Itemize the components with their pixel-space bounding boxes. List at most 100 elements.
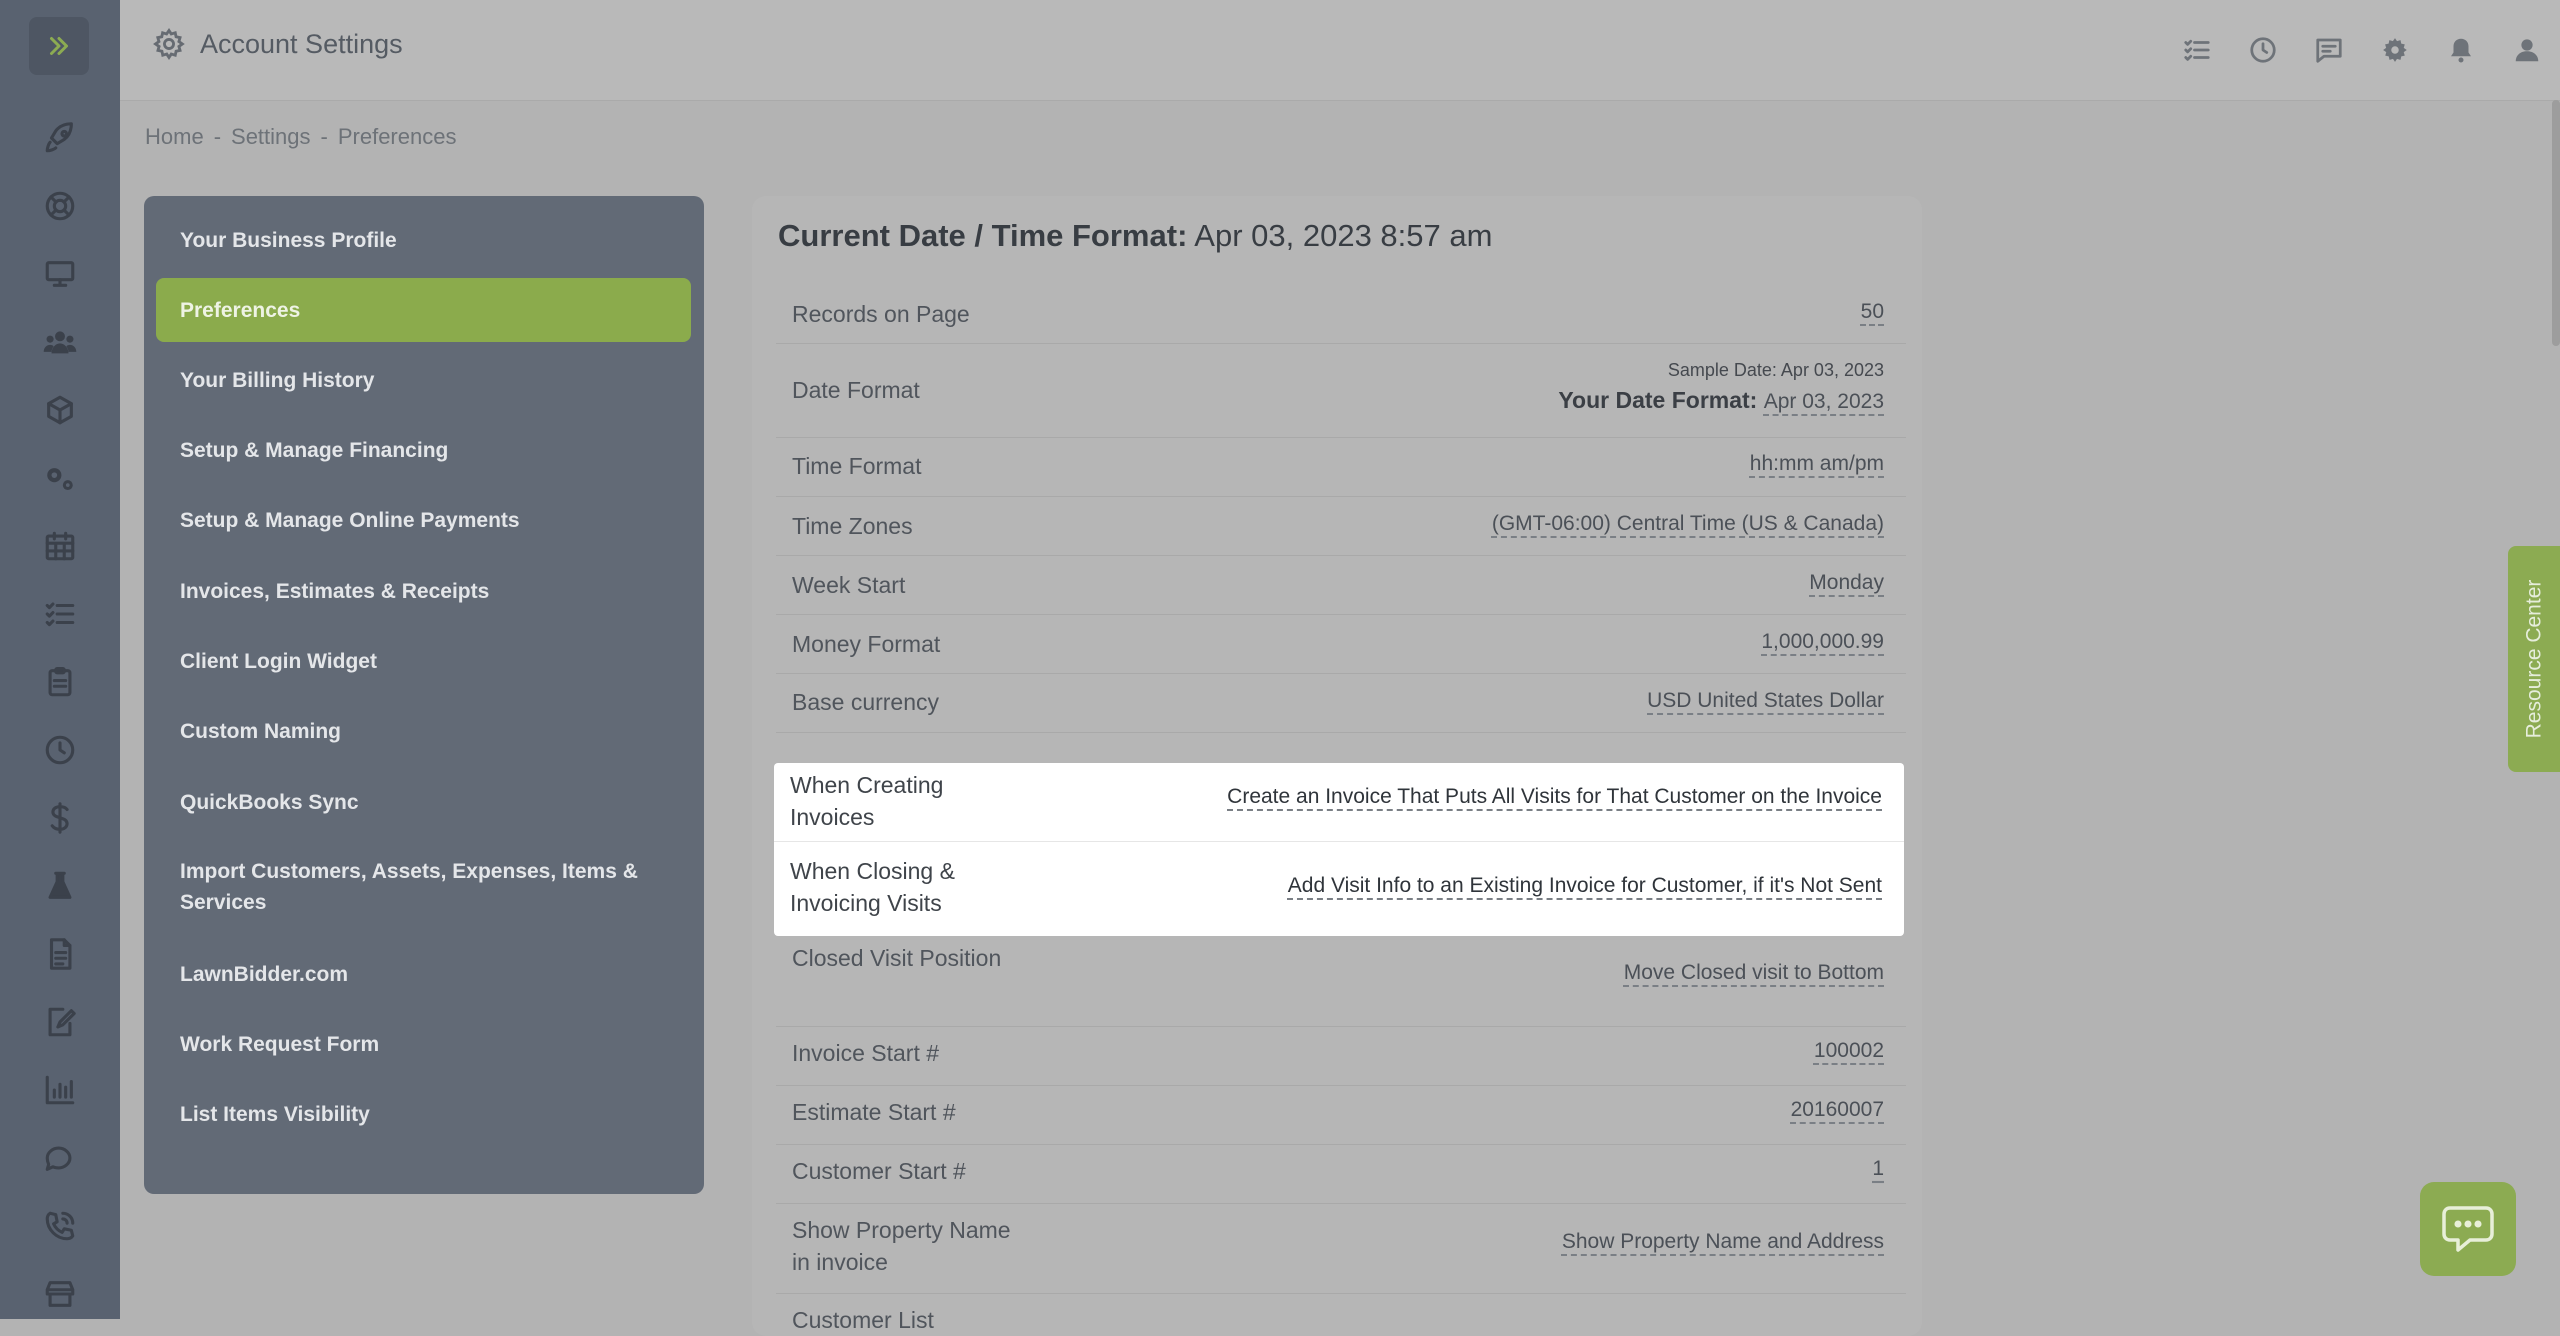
pref-label: Invoice Start # xyxy=(792,1040,940,1066)
pref-value[interactable]: Move Closed visit to Bottom xyxy=(1624,961,1884,985)
gear-icon xyxy=(2383,38,2407,62)
messages-button[interactable] xyxy=(2296,30,2362,70)
support-icon xyxy=(45,191,75,221)
pref-label: Estimate Start # xyxy=(792,1099,956,1125)
date-sample: Sample Date: Apr 03, 2023 xyxy=(1667,360,1884,380)
menu-item-online-payments[interactable]: Setup & Manage Online Payments xyxy=(156,498,691,542)
rail-rocket[interactable] xyxy=(40,118,80,158)
resource-center-tab[interactable]: Resource Center xyxy=(2508,546,2560,772)
gears-icon xyxy=(47,468,73,491)
menu-item-lawnbidder[interactable]: LawnBidder.com xyxy=(156,952,691,996)
rail-phone[interactable] xyxy=(40,1206,80,1246)
pref-value[interactable]: Monday xyxy=(1809,571,1884,595)
pref-label: When Closing & Invoicing Visits xyxy=(790,858,955,916)
menu-item-custom-naming[interactable]: Custom Naming xyxy=(156,709,691,753)
chat-widget-button[interactable] xyxy=(2420,1182,2516,1276)
pref-label: Records on Page xyxy=(792,301,970,327)
your-date-format-value[interactable]: Apr 03, 2023 xyxy=(1764,390,1884,413)
pref-row-show-property-name: Show Property Name in invoice Show Prope… xyxy=(776,1204,1906,1294)
pref-label: Week Start xyxy=(792,572,906,598)
pref-value[interactable]: 20160007 xyxy=(1791,1098,1884,1122)
pref-row-invoice-start: Invoice Start # 100002 xyxy=(776,1027,1906,1086)
rail-box[interactable] xyxy=(40,390,80,430)
store-icon xyxy=(45,1281,75,1307)
tasks-icon xyxy=(2184,39,2210,61)
notifications-button[interactable] xyxy=(2428,30,2494,70)
pref-label: Show Property Name in invoice xyxy=(792,1217,1011,1275)
pref-row-customer-list: Customer List xyxy=(776,1294,1906,1334)
rail-chart[interactable] xyxy=(40,1070,80,1110)
menu-item-list-items-visibility[interactable]: List Items Visibility xyxy=(156,1092,691,1136)
menu-item-quickbooks-sync[interactable]: QuickBooks Sync xyxy=(156,780,691,824)
page-scrollbar[interactable] xyxy=(2552,100,2560,346)
page-title: Account Settings xyxy=(152,27,403,61)
rail-calendar[interactable] xyxy=(40,526,80,566)
rail-clock[interactable] xyxy=(40,730,80,770)
pref-row-customer-start: Customer Start # 1 xyxy=(776,1145,1906,1204)
rail-document[interactable] xyxy=(40,934,80,974)
pref-value[interactable]: 1 xyxy=(1872,1157,1884,1181)
pref-row-base-currency: Base currency USD United States Dollar xyxy=(776,674,1906,733)
pref-row-date-format: Date Format Sample Date: Apr 03, 2023 Yo… xyxy=(776,344,1906,438)
history-button[interactable] xyxy=(2230,30,2296,70)
chat-bubble-icon xyxy=(2442,1206,2494,1252)
page-title-text: Account Settings xyxy=(200,28,403,59)
breadcrumb-separator: - xyxy=(213,124,222,149)
dollar-icon xyxy=(50,802,69,834)
pref-value[interactable]: Add Visit Info to an Existing Invoice fo… xyxy=(1288,874,1882,898)
pref-value[interactable]: 1,000,000.99 xyxy=(1761,630,1884,654)
menu-item-preferences[interactable]: Preferences xyxy=(156,278,691,342)
pref-value[interactable]: 100002 xyxy=(1814,1039,1884,1063)
message-icon xyxy=(2316,38,2342,63)
pref-label: Money Format xyxy=(792,631,941,657)
rail-dollar[interactable] xyxy=(40,798,80,838)
menu-item-financing[interactable]: Setup & Manage Financing xyxy=(156,428,691,472)
rail-checklist[interactable] xyxy=(40,594,80,634)
menu-item-import[interactable]: Import Customers, Assets, Expenses, Item… xyxy=(156,854,691,920)
pref-value[interactable]: 50 xyxy=(1861,300,1884,324)
menu-item-invoices-estimates[interactable]: Invoices, Estimates & Receipts xyxy=(156,569,691,613)
pref-row-when-closing-visits: When Closing & Invoicing Visits Add Visi… xyxy=(774,842,1904,936)
breadcrumb-home[interactable]: Home xyxy=(145,124,204,150)
rail-support[interactable] xyxy=(40,186,80,226)
user-menu-button[interactable] xyxy=(2494,30,2560,70)
tasks-button[interactable] xyxy=(2164,30,2230,70)
pref-row-closed-visit-position: Closed Visit Position Move Closed visit … xyxy=(776,936,1906,1027)
menu-item-work-request-form[interactable]: Work Request Form xyxy=(156,1022,691,1066)
pref-value[interactable]: (GMT-06:00) Central Time (US & Canada) xyxy=(1492,512,1884,536)
menu-item-client-login-widget[interactable]: Client Login Widget xyxy=(156,639,691,683)
rail-users[interactable] xyxy=(40,322,80,362)
box-icon xyxy=(47,395,73,425)
rail-monitor[interactable] xyxy=(40,254,80,294)
menu-item-business-profile[interactable]: Your Business Profile xyxy=(156,218,691,262)
sign-icon xyxy=(48,1007,76,1037)
pref-value[interactable]: Create an Invoice That Puts All Visits f… xyxy=(1227,785,1882,809)
pref-row-when-creating-invoices: When Creating Invoices Create an Invoice… xyxy=(774,763,1904,842)
current-format-value: Apr 03, 2023 8:57 am xyxy=(1194,218,1493,253)
menu-item-billing-history[interactable]: Your Billing History xyxy=(156,358,691,402)
breadcrumb-settings[interactable]: Settings xyxy=(231,124,311,150)
rail-store[interactable] xyxy=(40,1274,80,1314)
preferences-card: Current Date / Time Format: Apr 03, 2023… xyxy=(752,196,1922,1336)
rail-gears[interactable] xyxy=(40,458,80,498)
pref-value[interactable]: USD United States Dollar xyxy=(1647,689,1884,713)
pref-value[interactable]: Show Property Name and Address xyxy=(1562,1230,1884,1254)
clipboard-icon xyxy=(48,666,72,697)
top-bar: Account Settings xyxy=(120,0,2560,101)
calendar-icon xyxy=(45,531,75,561)
rail-sign[interactable] xyxy=(40,1002,80,1042)
settings-button[interactable] xyxy=(2362,30,2428,70)
rail-flask[interactable] xyxy=(40,866,80,906)
pref-row-time-zones: Time Zones (GMT-06:00) Central Time (US … xyxy=(776,497,1906,556)
pref-label: Date Format xyxy=(792,377,920,403)
pref-label: Base currency xyxy=(792,689,940,715)
rail-clipboard[interactable] xyxy=(40,662,80,702)
clock-icon xyxy=(45,735,75,765)
pref-value[interactable]: hh:mm am/pm xyxy=(1750,452,1884,476)
your-date-format: Your Date Format: Apr 03, 2023 xyxy=(1558,387,1884,414)
pref-row-estimate-start: Estimate Start # 20160007 xyxy=(776,1086,1906,1145)
user-icon xyxy=(2515,39,2539,62)
monitor-icon xyxy=(45,261,75,287)
rail-chat[interactable] xyxy=(40,1138,80,1178)
expand-sidebar-button[interactable] xyxy=(29,17,89,75)
